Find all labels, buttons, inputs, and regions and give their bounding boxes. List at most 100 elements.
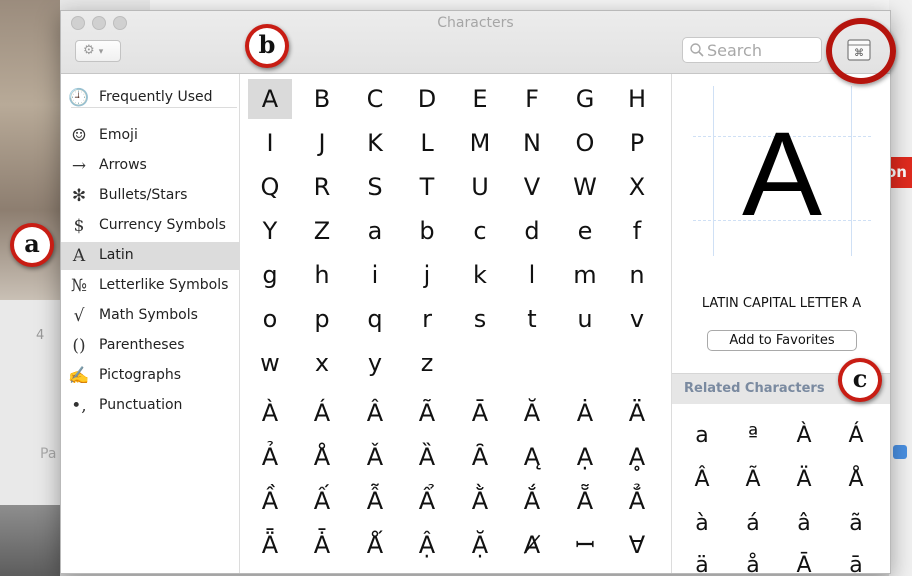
character-cell[interactable]: Ẩ [405, 481, 449, 521]
character-cell[interactable]: A [248, 79, 292, 119]
character-cell[interactable]: Y [248, 211, 292, 251]
character-cell[interactable]: Ǎ [353, 437, 397, 477]
related-character-cell[interactable]: a [678, 416, 726, 456]
character-cell[interactable]: W [563, 167, 607, 207]
character-cell[interactable]: N [510, 123, 554, 163]
character-cell[interactable]: V [510, 167, 554, 207]
character-cell[interactable]: q [353, 299, 397, 339]
character-cell[interactable]: Ậ [405, 525, 449, 565]
related-character-cell[interactable]: â [780, 504, 828, 544]
related-character-cell[interactable]: ā [832, 546, 880, 573]
character-cell[interactable]: Ã [405, 393, 449, 433]
character-cell[interactable]: j [405, 255, 449, 295]
character-cell[interactable]: Ⱥ [510, 525, 554, 565]
character-cell[interactable]: E [458, 79, 502, 119]
character-cell[interactable]: Ắ [510, 481, 554, 521]
character-cell[interactable]: H [615, 79, 659, 119]
character-cell[interactable]: m [563, 255, 607, 295]
character-cell[interactable]: Z [300, 211, 344, 251]
character-cell[interactable]: Â [353, 393, 397, 433]
sidebar-item-emoji[interactable]: ☺ Emoji [61, 122, 239, 150]
character-cell[interactable]: Ǟ [248, 525, 292, 565]
character-cell[interactable]: Å [300, 437, 344, 477]
character-cell[interactable]: T [405, 167, 449, 207]
character-cell[interactable]: o [248, 299, 292, 339]
character-cell[interactable]: Ɐ [615, 525, 659, 565]
character-cell[interactable]: Ȁ [405, 437, 449, 477]
character-cell[interactable]: I [248, 123, 292, 163]
character-cell[interactable]: B [300, 79, 344, 119]
background-checkbox[interactable] [893, 445, 907, 459]
character-cell[interactable]: l [510, 255, 554, 295]
character-cell[interactable]: Ả [248, 437, 292, 477]
character-cell[interactable]: t [510, 299, 554, 339]
character-cell[interactable]: Ằ [458, 481, 502, 521]
character-cell[interactable]: S [353, 167, 397, 207]
character-cell[interactable]: z [405, 343, 449, 383]
character-cell[interactable]: v [615, 299, 659, 339]
related-character-cell[interactable]: ª [729, 416, 777, 456]
character-cell[interactable]: C [353, 79, 397, 119]
character-cell[interactable]: Ā [458, 393, 502, 433]
related-character-cell[interactable]: à [678, 504, 726, 544]
character-cell[interactable]: d [510, 211, 554, 251]
add-to-favorites-button[interactable]: Add to Favorites [707, 330, 857, 351]
character-cell[interactable]: O [563, 123, 607, 163]
character-cell[interactable]: Ḁ [615, 437, 659, 477]
search-input[interactable] [707, 40, 815, 60]
character-cell[interactable]: D [405, 79, 449, 119]
related-character-cell[interactable]: å [729, 546, 777, 573]
character-cell[interactable]: Ẳ [615, 481, 659, 521]
gear-menu-button[interactable]: ⚙ ▾ [75, 40, 121, 62]
character-cell[interactable]: h [300, 255, 344, 295]
character-cell[interactable]: a [353, 211, 397, 251]
character-cell[interactable]: P [615, 123, 659, 163]
character-cell[interactable]: y [353, 343, 397, 383]
character-cell[interactable]: b [405, 211, 449, 251]
character-cell[interactable]: Ǻ [353, 525, 397, 565]
sidebar-item-letterlike-symbols[interactable]: № Letterlike Symbols [61, 272, 239, 300]
sidebar-item-latin[interactable]: A Latin [61, 242, 239, 270]
sidebar-item-math-symbols[interactable]: √ Math Symbols [61, 302, 239, 330]
character-cell[interactable]: u [563, 299, 607, 339]
character-cell[interactable]: s [458, 299, 502, 339]
related-character-cell[interactable]: Ä [780, 460, 828, 500]
character-cell[interactable]: e [563, 211, 607, 251]
character-cell[interactable]: k [458, 255, 502, 295]
related-character-cell[interactable]: Ā [780, 546, 828, 573]
character-cell[interactable]: Ặ [458, 525, 502, 565]
related-character-cell[interactable]: Â [678, 460, 726, 500]
related-character-cell[interactable]: ã [832, 504, 880, 544]
character-cell[interactable]: M [458, 123, 502, 163]
character-cell[interactable]: R [300, 167, 344, 207]
character-cell[interactable]: c [458, 211, 502, 251]
character-cell[interactable]: n [615, 255, 659, 295]
character-cell[interactable]: F [510, 79, 554, 119]
related-character-cell[interactable]: á [729, 504, 777, 544]
sidebar-item-parentheses[interactable]: () Parentheses [61, 332, 239, 360]
related-character-cell[interactable]: Å [832, 460, 880, 500]
character-cell[interactable]: Ầ [248, 481, 292, 521]
character-cell[interactable]: g [248, 255, 292, 295]
character-cell[interactable]: r [405, 299, 449, 339]
character-cell[interactable]: w [248, 343, 292, 383]
character-cell[interactable]: U [458, 167, 502, 207]
character-cell[interactable]: i [353, 255, 397, 295]
character-cell[interactable]: Ą [510, 437, 554, 477]
search-field[interactable] [682, 37, 822, 63]
character-cell[interactable]: p [300, 299, 344, 339]
character-cell[interactable]: Ấ [300, 481, 344, 521]
related-character-cell[interactable]: À [780, 416, 828, 456]
sidebar-item-arrows[interactable]: → Arrows [61, 152, 239, 180]
character-cell[interactable]: Ä [615, 393, 659, 433]
sidebar-item-currency-symbols[interactable]: $ Currency Symbols [61, 212, 239, 240]
character-cell[interactable]: Ẫ [353, 481, 397, 521]
character-cell[interactable]: K [353, 123, 397, 163]
character-cell[interactable]: Q [248, 167, 292, 207]
character-cell[interactable]: À [248, 393, 292, 433]
character-cell[interactable]: G [563, 79, 607, 119]
character-cell[interactable]: Ȧ [563, 393, 607, 433]
character-cell[interactable]: Ă [510, 393, 554, 433]
sidebar-item-pictographs[interactable]: ✍ Pictographs [61, 362, 239, 390]
character-cell[interactable]: X [615, 167, 659, 207]
